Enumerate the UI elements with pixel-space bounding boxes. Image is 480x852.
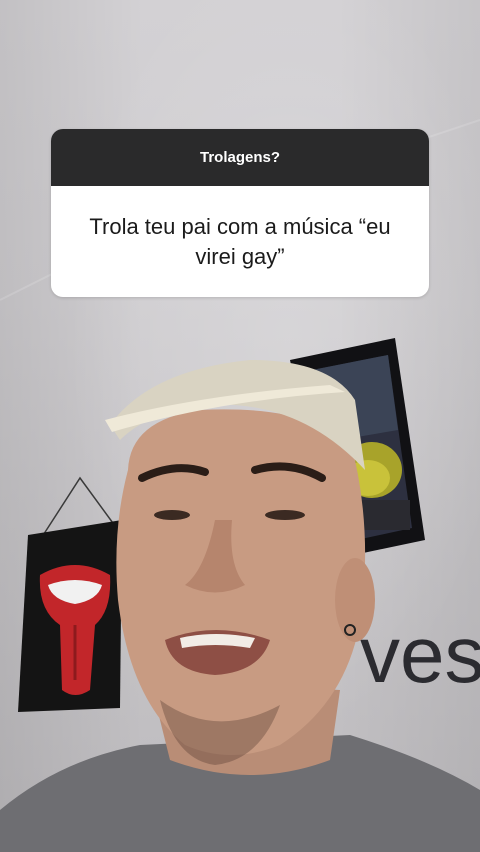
story-canvas: ves Trolagens? Trola teu pai com a músic… [0, 0, 480, 852]
question-sticker: Trolagens? Trola teu pai com a música “e… [51, 129, 429, 297]
wall-lettering: ves [360, 610, 480, 699]
background-photo: ves [0, 119, 480, 852]
question-title: Trolagens? [51, 129, 429, 186]
question-answer: Trola teu pai com a música “eu virei gay… [51, 186, 429, 297]
wall-tongue-poster [18, 476, 122, 712]
